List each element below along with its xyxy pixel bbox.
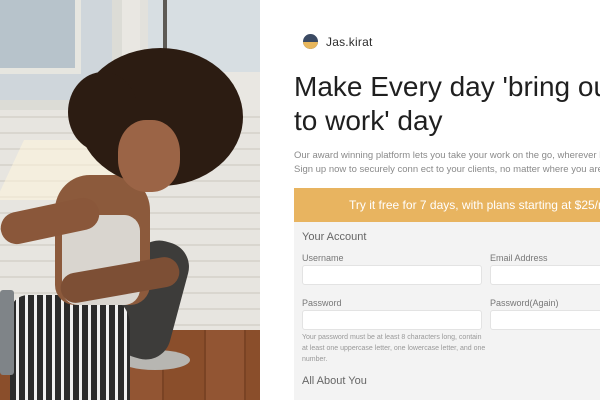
headline-line-2: to work' day xyxy=(294,105,443,136)
password-again-label: Password(Again) xyxy=(490,298,559,308)
sunset-logo-icon xyxy=(303,34,318,49)
password-label: Password xyxy=(302,298,342,308)
striped-pants xyxy=(10,295,130,400)
subtext-line-2: Sign up now to securely conn ect to your… xyxy=(294,164,600,175)
window-pane xyxy=(0,0,81,74)
brand-name: Jas.kirat xyxy=(326,34,373,49)
headline-line-1: Make Every day 'bring our xyxy=(294,71,600,102)
signup-content: Jas.kirat Make Every day 'bring our to w… xyxy=(260,0,600,400)
brand[interactable]: Jas.kirat xyxy=(303,34,372,49)
email-input[interactable] xyxy=(490,265,600,285)
page-headline: Make Every day 'bring our to work' day xyxy=(294,70,600,138)
hero-photo xyxy=(0,0,260,400)
username-label: Username xyxy=(302,253,344,263)
subtext-line-1: Our award winning platform lets you take… xyxy=(294,150,600,161)
password-input[interactable] xyxy=(302,310,482,330)
hero-subtext: Our award winning platform lets you take… xyxy=(294,149,600,177)
username-input[interactable] xyxy=(302,265,482,285)
signup-form: Your Account Username Email Address Pass… xyxy=(294,222,600,400)
about-section-title: All About You xyxy=(302,375,367,387)
free-trial-button[interactable]: Try it free for 7 days, with plans start… xyxy=(294,188,600,222)
person-face xyxy=(118,120,180,192)
password-hint: Your password must be at least 8 charact… xyxy=(302,334,486,363)
password-again-input[interactable] xyxy=(490,310,600,330)
email-label: Email Address xyxy=(490,253,548,263)
account-section-title: Your Account xyxy=(302,231,367,243)
signup-page: Jas.kirat Make Every day 'bring our to w… xyxy=(0,0,600,400)
laptop xyxy=(0,290,14,375)
